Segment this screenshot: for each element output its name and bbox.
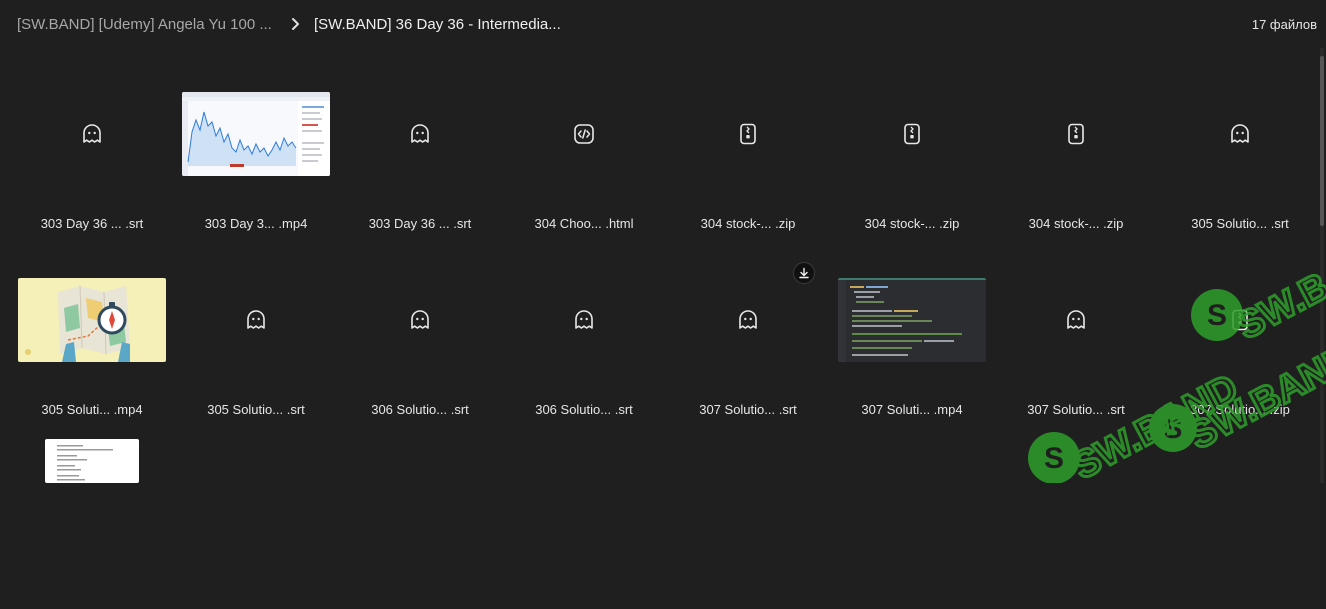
- file-name: 303 Day 3... .mp4: [204, 216, 308, 231]
- file-tile[interactable]: 304 Choo... .html: [502, 92, 666, 262]
- zip-icon: [1232, 309, 1248, 331]
- ghost-icon: [83, 124, 101, 143]
- file-tile[interactable]: 303 Day 3... .mp4: [174, 92, 338, 262]
- ghost-icon: [411, 124, 429, 143]
- file-name: 305 Soluti... .mp4: [41, 402, 143, 417]
- file-thumbnail: [502, 92, 666, 176]
- file-tile[interactable]: 305 Solutio... .srt: [1158, 92, 1322, 262]
- file-name: 304 stock-... .zip: [700, 216, 796, 231]
- code-screenshot-thumbnail: [838, 278, 986, 362]
- breadcrumb-parent[interactable]: [SW.BAND] [Udemy] Angela Yu 100 ...: [17, 16, 272, 33]
- file-tile[interactable]: 304 stock-... .zip: [830, 92, 994, 262]
- file-name: 304 stock-... .zip: [864, 216, 960, 231]
- file-tile[interactable]: 303 Day 36 ... .srt: [10, 92, 174, 262]
- file-thumbnail: [10, 92, 174, 176]
- file-name: 306 Solutio... .srt: [371, 402, 469, 417]
- file-name: 305 Solutio... .srt: [1191, 216, 1289, 231]
- chevron-right-icon: [292, 18, 299, 30]
- document-preview-thumbnail: [45, 439, 139, 483]
- file-thumbnail: [830, 278, 994, 362]
- file-tile[interactable]: [10, 439, 174, 609]
- breadcrumb-current: [SW.BAND] 36 Day 36 - Intermedia...: [314, 16, 561, 33]
- file-tile[interactable]: 307 Solutio... .srt: [666, 262, 830, 448]
- file-tile[interactable]: 306 Solutio... .srt: [502, 278, 666, 448]
- file-thumbnail: [666, 92, 830, 176]
- file-tile[interactable]: 307 Solutio... .srt: [994, 278, 1158, 448]
- file-thumbnail: [10, 439, 174, 523]
- file-tile[interactable]: 304 stock-... .zip: [994, 92, 1158, 262]
- ghost-icon: [247, 310, 265, 329]
- file-tile[interactable]: 303 Day 36 ... .srt: [338, 92, 502, 262]
- file-thumbnail: [174, 278, 338, 362]
- file-name: 306 Solutio... .srt: [535, 402, 633, 417]
- file-thumbnail: [502, 278, 666, 362]
- file-name: 307 Soluti... .mp4: [861, 402, 963, 417]
- file-name: 307 Solutio... .zip: [1190, 402, 1290, 417]
- file-tile[interactable]: 306 Solutio... .srt: [338, 278, 502, 448]
- file-thumbnail: [174, 92, 338, 176]
- file-tile[interactable]: 305 Solutio... .srt: [174, 278, 338, 448]
- file-tile[interactable]: 305 Soluti... .mp4: [10, 278, 174, 448]
- zip-icon: [740, 123, 756, 145]
- file-name: 303 Day 36 ... .srt: [368, 216, 472, 231]
- top-bar: [SW.BAND] [Udemy] Angela Yu 100 ... [SW.…: [0, 0, 1326, 48]
- file-thumbnail: [1158, 92, 1322, 176]
- file-name: 307 Solutio... .srt: [1027, 402, 1125, 417]
- zip-icon: [1068, 123, 1084, 145]
- file-tile[interactable]: 307 Solutio... .zip: [1158, 278, 1322, 448]
- ghost-icon: [575, 310, 593, 329]
- code-file-icon: [574, 124, 594, 144]
- file-thumbnail: [830, 92, 994, 176]
- file-tile[interactable]: 307 Soluti... .mp4: [830, 278, 994, 448]
- file-name: 303 Day 36 ... .srt: [40, 216, 144, 231]
- map-illustration-thumbnail: [18, 278, 166, 362]
- file-name: 305 Solutio... .srt: [207, 402, 305, 417]
- ghost-icon: [739, 310, 757, 329]
- chart-screenshot-thumbnail: [182, 92, 330, 176]
- download-icon: [799, 267, 809, 279]
- file-thumbnail: [994, 92, 1158, 176]
- zip-icon: [904, 123, 920, 145]
- file-name: 304 stock-... .zip: [1028, 216, 1124, 231]
- file-thumbnail: [338, 278, 502, 362]
- file-count: 17 файлов: [1251, 17, 1317, 32]
- file-thumbnail: [338, 92, 502, 176]
- file-thumbnail: [994, 278, 1158, 362]
- ghost-icon: [411, 310, 429, 329]
- file-name: 307 Solutio... .srt: [699, 402, 797, 417]
- ghost-icon: [1231, 124, 1249, 143]
- ghost-icon: [1067, 310, 1085, 329]
- file-name: 304 Choo... .html: [534, 216, 634, 231]
- download-button[interactable]: [793, 262, 815, 284]
- file-thumbnail: [666, 278, 830, 362]
- file-thumbnail: [1158, 278, 1322, 362]
- file-thumbnail: [10, 278, 174, 362]
- file-tile[interactable]: 304 stock-... .zip: [666, 92, 830, 262]
